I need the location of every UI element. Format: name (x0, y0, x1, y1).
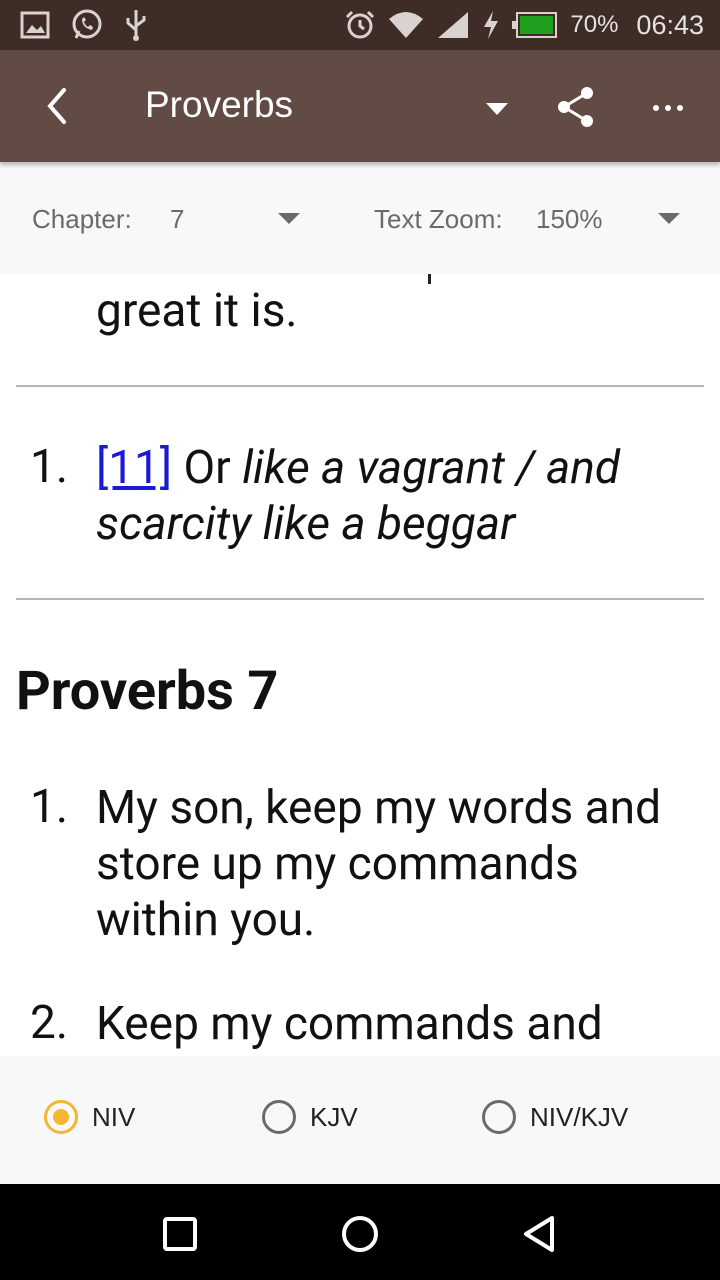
back-triangle-icon[interactable] (516, 1210, 564, 1258)
system-nav-bar (0, 1184, 720, 1280)
home-circle-icon[interactable] (336, 1210, 384, 1258)
chapter-select-value[interactable]: 7 (170, 204, 184, 235)
status-bar: 70% 06:43 (0, 0, 720, 50)
usb-icon (124, 8, 148, 42)
image-icon (20, 11, 50, 39)
radio-niv-kjv[interactable]: NIV/KJV (482, 1100, 628, 1134)
charging-icon (482, 10, 500, 40)
radio-unchecked-icon[interactable] (482, 1100, 516, 1134)
zoom-select-value[interactable]: 150% (536, 204, 603, 235)
verse-number: 1. (30, 780, 68, 834)
share-button[interactable] (553, 84, 599, 130)
signal-icon (436, 10, 470, 40)
chapter-heading: Proverbs 7 (16, 660, 279, 723)
divider (16, 598, 704, 600)
back-button[interactable] (36, 84, 80, 128)
footnote-ref-link[interactable]: [11] (96, 441, 172, 495)
footnote-text: [11] Or like a vagrant / and scarcity li… (96, 440, 696, 552)
radio-kjv[interactable]: KJV (262, 1100, 358, 1134)
wifi-icon (388, 11, 424, 39)
app-bar: Proverbs (0, 50, 720, 162)
alarm-icon (344, 9, 376, 41)
verse-number: 2. (30, 996, 68, 1050)
radio-label[interactable]: NIV (92, 1102, 135, 1133)
chapter-dropdown-icon[interactable] (278, 213, 300, 224)
chapter-content[interactable]: great it is. 1. [11] Or like a vagrant /… (0, 274, 720, 1056)
footnote-italic: like a vagrant / and scarcity like a beg… (96, 441, 621, 551)
more-options-button[interactable] (646, 88, 692, 128)
radio-niv[interactable]: NIV (44, 1100, 135, 1134)
battery-percent: 70% (570, 11, 619, 38)
version-selector: NIV KJV NIV/KJV (0, 1056, 720, 1184)
dropdown-triangle-icon (486, 103, 508, 115)
chevron-left-icon (47, 88, 66, 124)
whatsapp-icon (70, 8, 104, 42)
chapter-label: Chapter: (32, 204, 132, 234)
footnote-number: 1. (30, 440, 68, 494)
radio-unchecked-icon[interactable] (262, 1100, 296, 1134)
title-dropdown-button[interactable] (482, 94, 512, 124)
share-icon (558, 87, 593, 127)
footnote-lead: Or (183, 441, 231, 495)
page-title[interactable]: Proverbs (145, 84, 293, 126)
zoom-label: Text Zoom: (374, 204, 503, 234)
recents-square-icon[interactable] (156, 1210, 204, 1258)
verse-text: My son, keep my words and store up my co… (96, 781, 662, 947)
clipped-text-fragment (428, 274, 431, 284)
divider (16, 385, 704, 387)
clock: 06:43 (636, 9, 704, 40)
battery-icon (512, 12, 558, 38)
chapter-zoom-toolbar: Chapter: 7 Text Zoom: 150% (0, 162, 720, 274)
radio-label[interactable]: NIV/KJV (530, 1102, 628, 1133)
radio-label[interactable]: KJV (310, 1102, 358, 1133)
more-horizontal-icon (653, 105, 683, 111)
radio-checked-icon[interactable] (44, 1100, 78, 1134)
previous-verse-tail: great it is. (96, 284, 298, 338)
zoom-dropdown-icon[interactable] (658, 213, 680, 224)
verse-text: Keep my commands and (96, 997, 603, 1051)
